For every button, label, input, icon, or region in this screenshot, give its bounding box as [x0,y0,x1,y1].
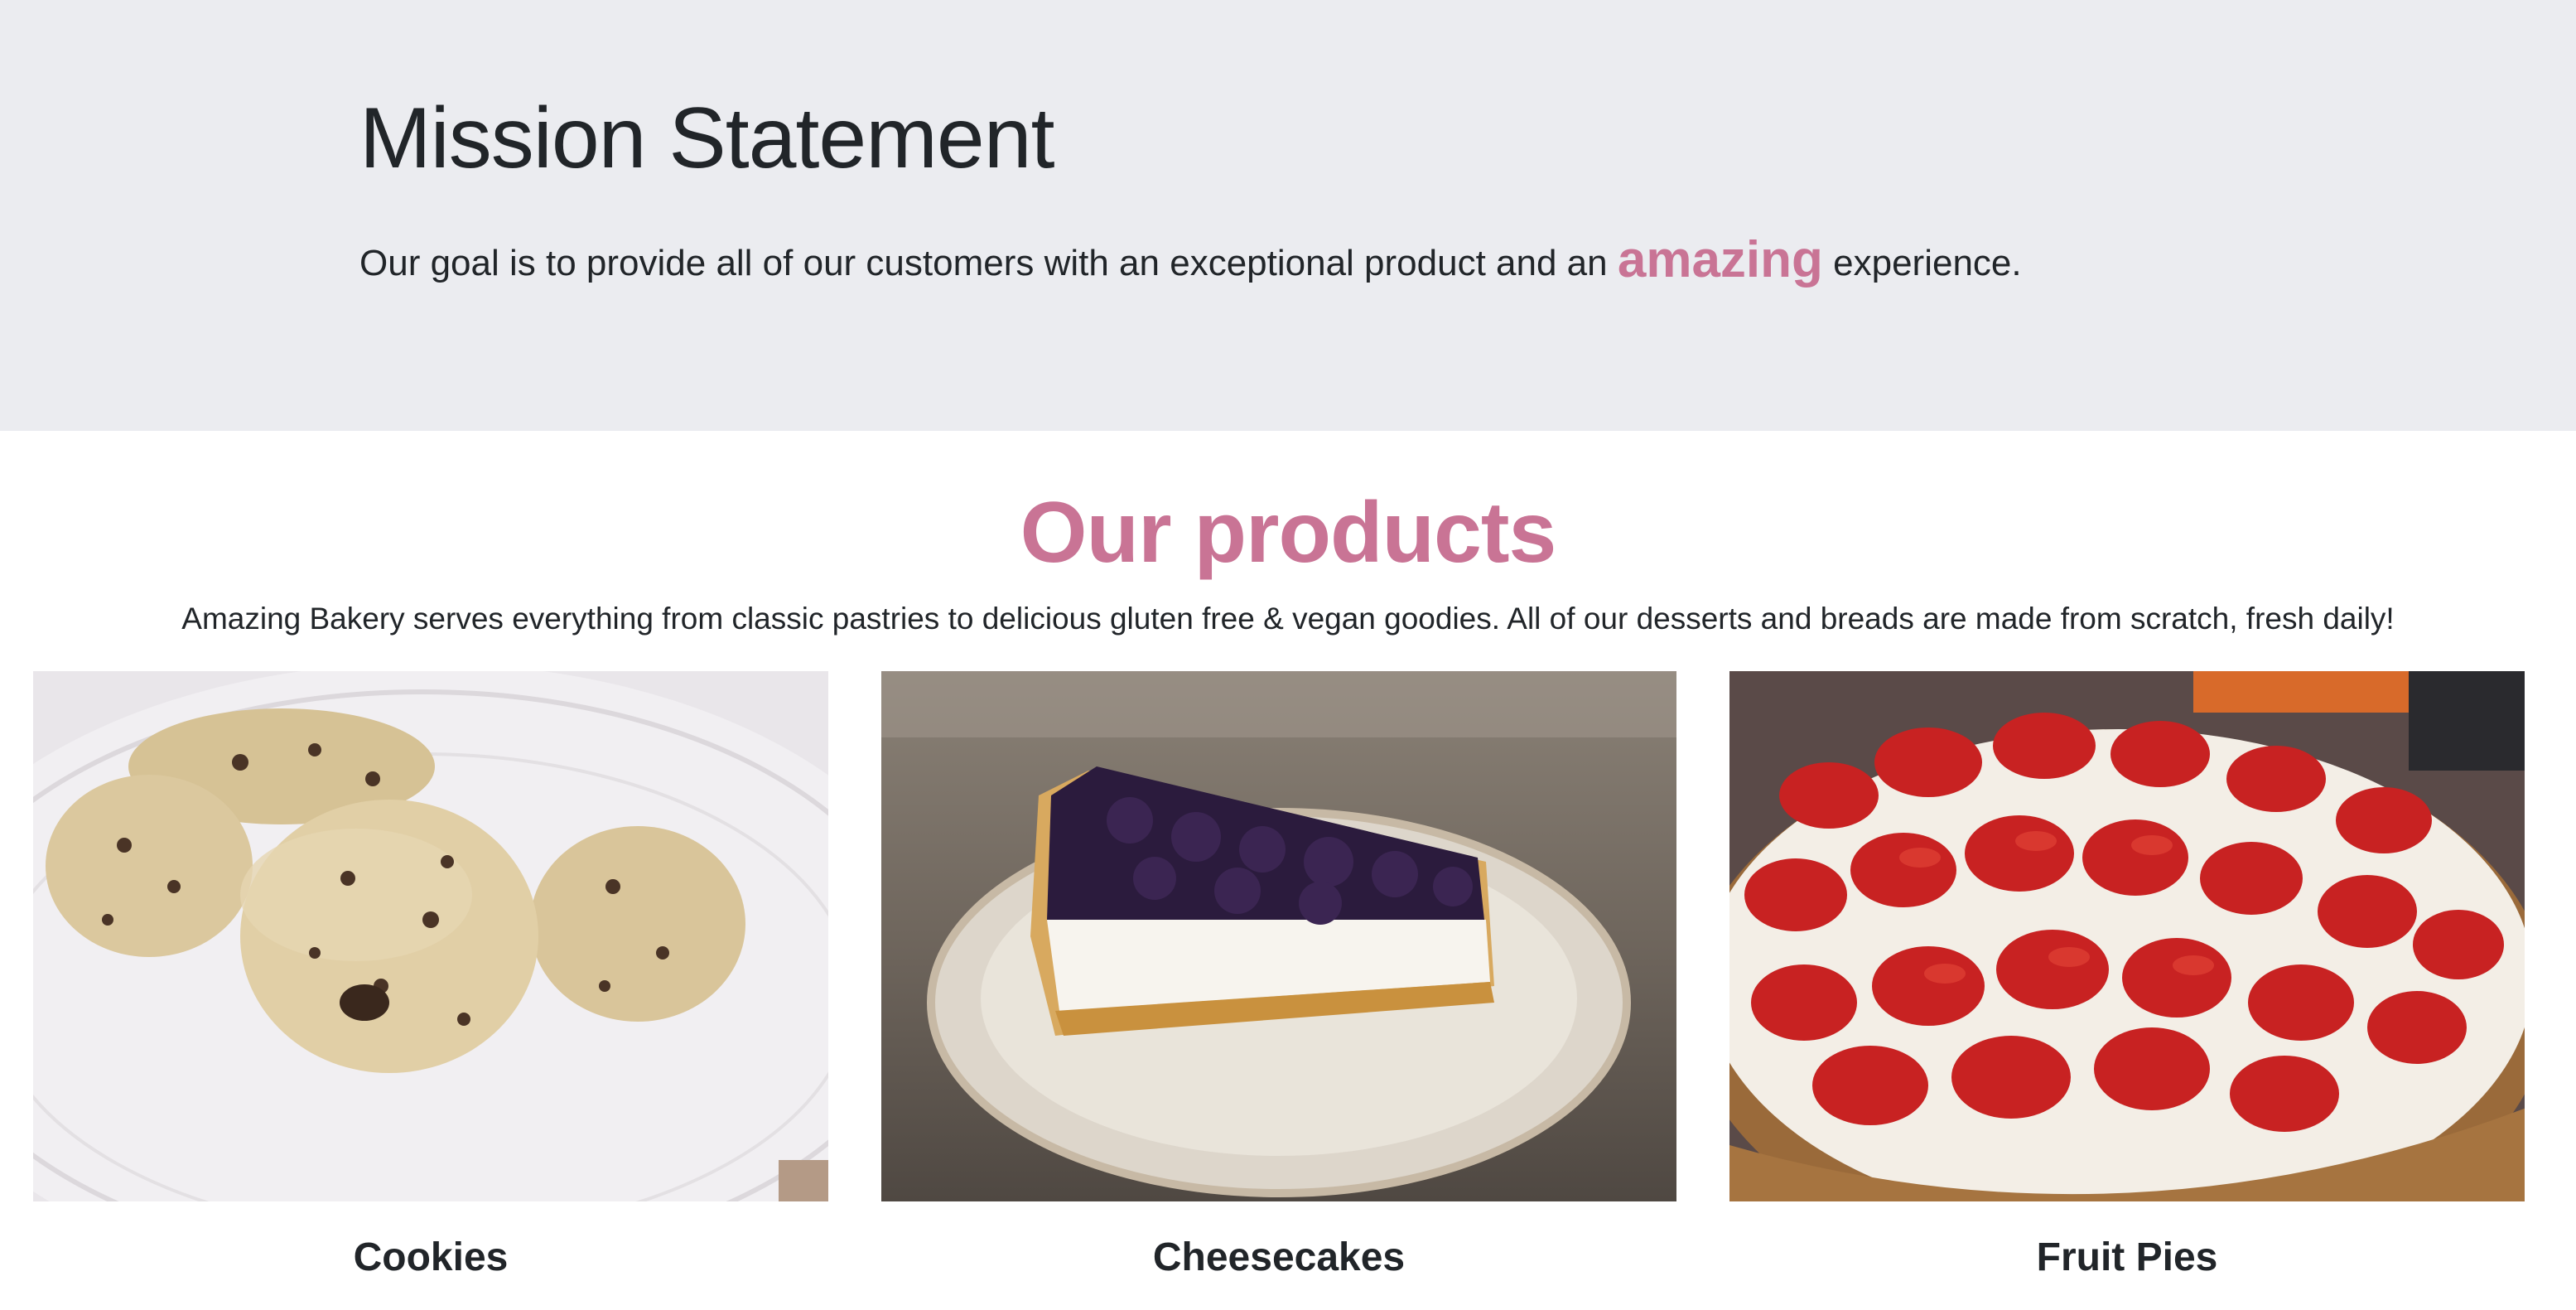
cheesecake-photo [881,671,1676,1201]
product-card-cookies: Cookies [33,671,828,1279]
mission-text-before: Our goal is to provide all of our custom… [359,243,1618,283]
mission-accent-word: amazing [1617,231,1823,288]
product-label: Fruit Pies [2036,1235,2218,1279]
product-card-fruit-pies: Fruit Pies [1729,671,2525,1279]
product-label: Cookies [353,1235,509,1279]
fruit-pie-photo [1729,671,2525,1201]
mission-text: Our goal is to provide all of our custom… [359,230,2022,289]
products-description: Amazing Bakery serves everything from cl… [181,602,2395,636]
cookies-photo [33,671,828,1201]
products-title: Our products [1020,485,1557,581]
mission-title: Mission Statement [359,90,1054,186]
mission-section: Mission Statement Our goal is to provide… [0,0,2576,431]
product-label: Cheesecakes [1152,1235,1406,1279]
mission-text-after: experience. [1822,243,2022,283]
product-card-cheesecakes: Cheesecakes [881,671,1676,1279]
